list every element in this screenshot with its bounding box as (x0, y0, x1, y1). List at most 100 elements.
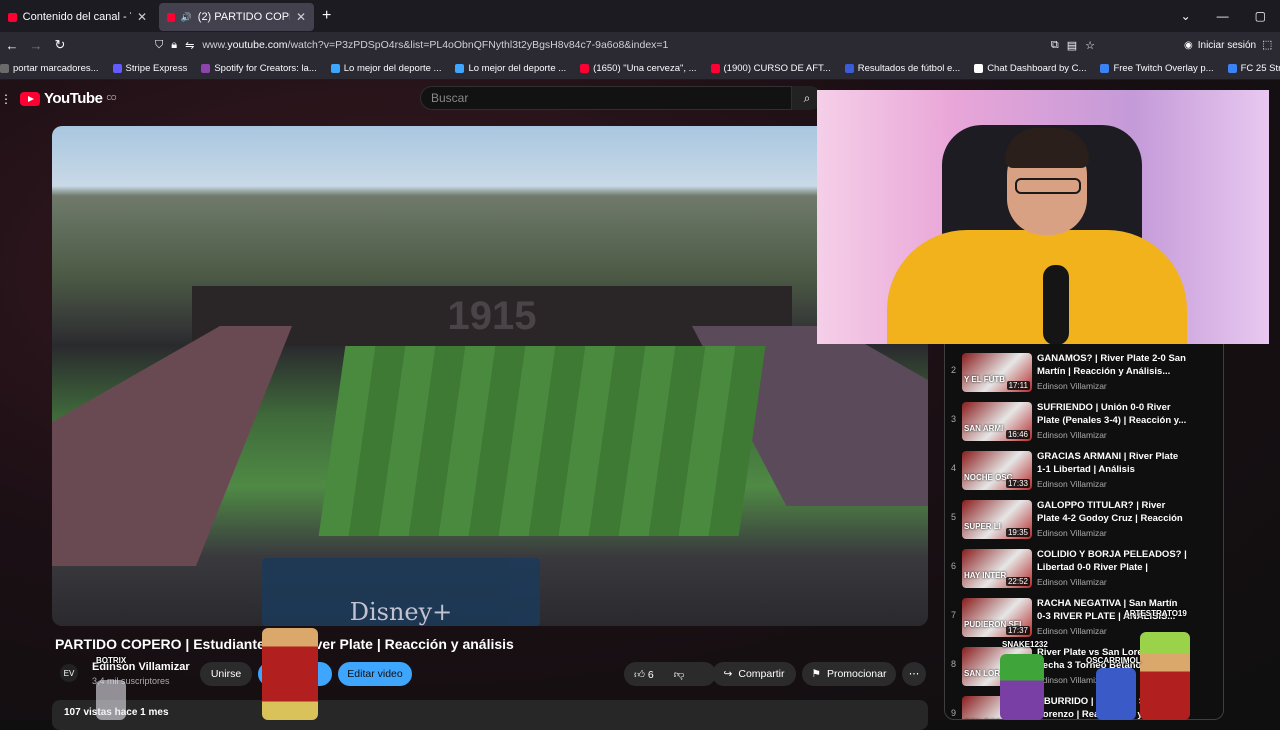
tab-list-chevron-icon[interactable]: ⌄ (1181, 9, 1191, 23)
bookmark-item[interactable]: (1900) CURSO DE AFT... (710, 63, 831, 74)
video-thumbnail[interactable]: SUPER LI 19:35 (962, 500, 1032, 539)
playlist-video-title[interactable]: GALOPPO TITULAR? | River Plate 4-2 Godoy… (1037, 499, 1187, 525)
reload-button[interactable]: ↻ (48, 37, 72, 53)
picture-in-picture-icon[interactable]: ⧉ (1051, 39, 1059, 52)
thumbnail-caption: SAN ARMI (964, 424, 1004, 433)
playlist-channel-name[interactable]: Edinson Villamizar (1037, 479, 1107, 489)
playlist-video-title[interactable]: GRACIAS ARMANI | River Plate 1-1 Liberta… (1037, 450, 1187, 476)
more-actions-button[interactable]: ⋯ (902, 662, 926, 686)
bookmark-favicon-icon (1100, 64, 1110, 73)
channel-avatar[interactable]: EV (60, 664, 78, 682)
video-thumbnail[interactable]: NOCHE OSC 17:33 (962, 451, 1032, 490)
promote-icon: ⚑ (811, 668, 821, 680)
reader-view-icon[interactable]: ▤ (1067, 39, 1077, 52)
streamer-hair (1005, 128, 1089, 168)
video-thumbnail[interactable]: HAY INTER 22:52 (962, 549, 1032, 588)
shield-icon[interactable]: ⛉ (155, 39, 163, 52)
playlist-item[interactable]: 3 SAN ARMI 16:46 SUFRIENDO | Unión 0-0 Rive… (945, 396, 1223, 445)
playlist-index: 6 (951, 561, 957, 571)
url-text[interactable]: www.youtube.com/watch?v=P3zPDSpO4rs&list… (202, 39, 668, 51)
bookmark-favicon-icon (1227, 64, 1237, 73)
minimize-button[interactable]: — (1217, 9, 1229, 23)
browser-tab-video[interactable]: 🔊 (2) PARTIDO COPERO | Estu ✕ (159, 3, 314, 31)
streamer-glasses (1015, 178, 1081, 194)
like-button[interactable]: 👍︎ 6 (634, 668, 654, 681)
bookmark-item[interactable]: Resultados de fútbol e... (844, 63, 960, 74)
description-box[interactable]: 107 vistas hace 1 mes (52, 700, 928, 730)
bookmark-item[interactable]: Lo mejor del deporte ... (330, 63, 441, 74)
playlist-video-title[interactable]: SUFRIENDO | Unión 0-0 River Plate (Penal… (1037, 401, 1187, 427)
tab-label: (2) PARTIDO COPERO | Estu (197, 11, 290, 23)
playlist-item[interactable]: 6 HAY INTER 22:52 COLIDIO Y BORJA PELEADOS?… (945, 543, 1223, 592)
bookmark-item[interactable]: Stripe Express (112, 63, 187, 74)
browser-tab-channel-content[interactable]: Contenido del canal - YouTube ✕ (0, 3, 155, 31)
back-button[interactable]: ← (0, 38, 24, 53)
bookmark-favicon-icon (0, 64, 9, 73)
playlist-channel-name[interactable]: Edinson Villamizar (1037, 577, 1107, 587)
video-thumbnail[interactable]: PUDIERON SEI 17:37 (962, 598, 1032, 637)
playlist-channel-name[interactable]: Edinson Villamizar (1037, 381, 1107, 391)
search-icon: ⌕ (803, 90, 811, 105)
playlist-channel-name[interactable]: Edinson Villamizar (1037, 528, 1107, 538)
bookmark-star-icon[interactable]: ☆ (1085, 39, 1095, 52)
overlay-sprite-piccolo (1000, 654, 1044, 720)
close-tab-icon[interactable]: ✕ (296, 10, 306, 24)
overlay-username: BOTRIX (96, 656, 127, 665)
video-thumbnail[interactable]: SAN ARMI 16:46 (962, 402, 1032, 441)
lock-icon[interactable]: 🔒︎ (171, 39, 177, 52)
sign-in-button[interactable]: ◉ Iniciar sesión (1184, 32, 1256, 58)
search-input[interactable]: Buscar (420, 86, 792, 110)
video-duration: 19:35 (1005, 528, 1030, 537)
bookmark-item[interactable]: FC 25 Stream overlay ... (1227, 63, 1280, 74)
overlay-username: SNAKE1232 (1002, 640, 1048, 649)
overlay-sprite-broly-right (1140, 632, 1190, 720)
bookmark-item[interactable]: portar marcadores... (0, 63, 99, 74)
video-duration: 17:11 (1006, 381, 1030, 390)
speaker-icon[interactable]: 🔊 (181, 12, 192, 23)
playlist-index: 4 (951, 463, 957, 473)
bookmark-item[interactable]: Lo mejor del deporte ... (455, 63, 566, 74)
address-bar[interactable]: ⛉ 🔒︎ ⇋ www.youtube.com/watch?v=P3zPDSpO4… (155, 32, 1095, 58)
extensions-icon[interactable]: ⬚ (1262, 38, 1272, 51)
dislike-icon[interactable]: 👎︎ (674, 668, 685, 681)
maximize-button[interactable]: ▢ (1255, 9, 1266, 23)
youtube-favicon-icon (8, 12, 17, 22)
disney-watermark: Disney+ (262, 558, 540, 626)
video-duration: 17:33 (1005, 479, 1030, 488)
overlay-sprite-left (96, 680, 126, 720)
edit-video-button[interactable]: Editar video (338, 662, 412, 686)
permissions-icon[interactable]: ⇋ (185, 39, 194, 52)
playlist-item[interactable]: 2Y EL FÚTB 17:11 GANAMOS? | River Plate 2-… (945, 347, 1223, 396)
bookmark-item[interactable]: (1650) "Una cerveza", ... (580, 63, 697, 74)
playlist-item[interactable]: 5 SUPER LI 19:35 GALOPPO TITULAR? | River P… (945, 494, 1223, 543)
video-thumbnail[interactable]: Y EL FÚTB 17:11 (962, 353, 1032, 392)
playlist-video-title[interactable]: GANAMOS? | River Plate 2-0 San Martín | … (1037, 352, 1187, 378)
join-button[interactable]: Unirse (200, 662, 252, 686)
video-player[interactable]: 1915 Disney+ (52, 126, 928, 626)
share-icon: ↪ (723, 668, 733, 680)
microphone (1043, 265, 1069, 344)
share-button[interactable]: ↪ Compartir (712, 662, 796, 686)
playlist-item[interactable]: 4 NOCHE OSC 17:33 GRACIAS ARMANI | River Pl… (945, 445, 1223, 494)
bookmark-item[interactable]: Free Twitch Overlay p... (1100, 63, 1214, 74)
playlist-index: 9 (951, 708, 957, 718)
close-tab-icon[interactable]: ✕ (137, 10, 147, 24)
video-duration: 22:52 (1005, 577, 1030, 586)
playlist-channel-name[interactable]: Edinson Villamizar (1037, 626, 1107, 636)
youtube-logo[interactable]: YouTube CO (20, 90, 116, 107)
bookmark-favicon-icon (710, 64, 720, 73)
youtube-favicon-icon (167, 12, 175, 22)
forward-button[interactable]: → (24, 38, 48, 53)
thumbnail-caption: SAN LOR (964, 669, 1000, 678)
streamer-webcam (817, 90, 1269, 344)
streamer-shirt (887, 230, 1187, 344)
bookmark-item[interactable]: Chat Dashboard by C... (974, 63, 1086, 74)
playlist-channel-name[interactable]: Edinson Villamizar (1037, 430, 1107, 440)
new-tab-button[interactable]: + (322, 7, 331, 25)
promote-button[interactable]: ⚑ Promocionar (802, 662, 896, 686)
football-pitch (318, 346, 766, 536)
bookmark-item[interactable]: Spotify for Creators: la... (201, 63, 317, 74)
playlist-video-title[interactable]: COLIDIO Y BORJA PELEADOS? | Libertad 0-0… (1037, 548, 1187, 574)
bookmark-favicon-icon (974, 64, 984, 73)
hamburger-menu-icon[interactable]: ⋮ (0, 92, 12, 106)
